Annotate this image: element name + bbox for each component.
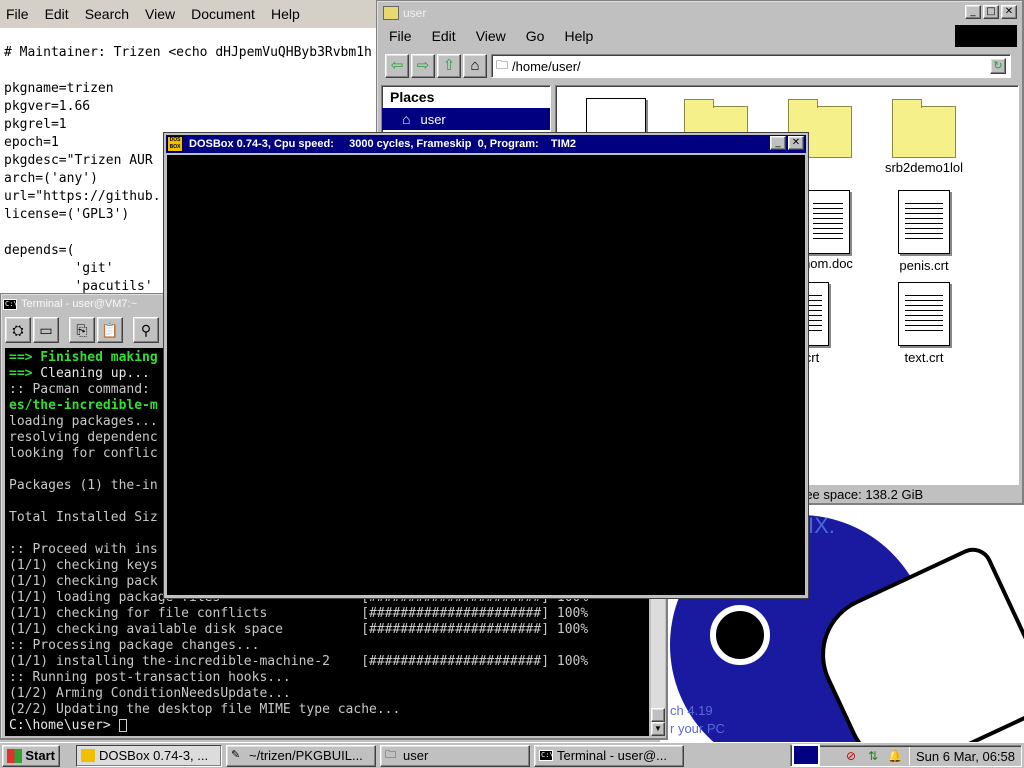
forward-arrow-icon[interactable]: ⇨ [411, 54, 435, 78]
tray-separator [908, 747, 910, 765]
fm-menu-edit[interactable]: Edit [432, 28, 456, 44]
file-item[interactable]: text.crt [874, 282, 974, 365]
terminal-line: (1/1) checking for file conflicts [#####… [9, 606, 589, 621]
up-arrow-icon[interactable]: ⇧ [437, 54, 461, 78]
dosbox-title: DOSBox 0.74-3, Cpu speed: 3000 cycles, F… [189, 138, 576, 150]
terminal-line: :: Running post-transaction hooks... [9, 670, 291, 685]
copy-icon[interactable]: ⎘ [69, 317, 95, 343]
editor-line: pkgname=trizen [4, 81, 114, 96]
editor-menu-search[interactable]: Search [85, 6, 129, 22]
start-button[interactable]: Start [2, 744, 60, 767]
places-item-user[interactable]: ⌂ user [382, 108, 550, 130]
text-cursor [118, 719, 127, 732]
editor-menu-file[interactable]: File [6, 6, 29, 22]
editor-menu-view[interactable]: View [145, 6, 175, 22]
file-manager-menubar: File Edit View Go Help [379, 25, 1021, 47]
find-icon[interactable]: ⚲ [133, 317, 159, 343]
wallpaper-text: r your PC [670, 721, 725, 736]
file-name: text.crt [904, 350, 944, 365]
minimize-button[interactable]: _ [770, 136, 786, 150]
task-label: ~/trizen/PKGBUIL... [249, 748, 363, 763]
terminal-icon: C:\ [3, 298, 18, 310]
dosbox-icon [81, 749, 95, 762]
task-label: Terminal - user@... [557, 748, 667, 763]
workspace-switcher[interactable] [792, 744, 820, 766]
file-item[interactable]: penis.crt [874, 190, 974, 273]
terminal-icon: C:\ [539, 750, 554, 761]
close-button[interactable]: ✕ [1001, 5, 1017, 19]
terminal-line: :: Processing package changes... [9, 638, 260, 653]
document-icon [806, 190, 850, 254]
task-label: DOSBox 0.74-3, ... [99, 748, 209, 763]
fm-menu-view[interactable]: View [476, 28, 506, 44]
file-name: srb2demo1lol [884, 160, 964, 175]
terminal-toolbar: ⛭ ▭ ⎘ 📋 ⚲ [5, 316, 159, 344]
folder-icon: 🗀 [385, 749, 396, 761]
dosbox-icon: DOS BOX [167, 136, 183, 152]
home-icon: ⌂ [402, 111, 411, 127]
task-dosbox[interactable]: DOSBox 0.74-3, ... [76, 744, 222, 767]
notification-icon[interactable]: 🔔 [887, 749, 903, 763]
dosbox-screen[interactable] [167, 155, 805, 595]
minimize-button[interactable]: _ [965, 5, 981, 19]
taskbar: Start DOSBox 0.74-3, ... ✎ ~/trizen/PKGB… [0, 742, 1024, 768]
terminal-title: Terminal - user@VM7:~ [21, 298, 138, 310]
system-tray: ⊘ ⇅ 🔔 Sun 6 Mar, 06:58 [790, 745, 1022, 767]
clock[interactable]: Sun 6 Mar, 06:58 [916, 749, 1015, 764]
document-icon [898, 282, 950, 346]
location-bar[interactable]: 🗀 /home/user/ ↻ [491, 54, 1011, 78]
terminal-line: (1/1) installing the-incredible-machine-… [9, 654, 589, 669]
editor-line: # Maintainer: Trizen <echo dHJpemVuQHByb… [4, 45, 372, 60]
fm-menu-help[interactable]: Help [564, 28, 593, 44]
file-name: penis.crt [899, 258, 949, 273]
windows-flag-icon [7, 748, 23, 763]
terminal-line: (1/2) Arming ConditionNeedsUpdate... [9, 686, 291, 701]
network-icon[interactable]: ⇅ [865, 749, 881, 763]
folder-icon [892, 99, 956, 158]
maximize-button[interactable]: □ [983, 5, 999, 19]
editor-menu-document[interactable]: Document [191, 6, 255, 22]
new-window-icon[interactable]: ▭ [33, 317, 59, 343]
fm-menu-file[interactable]: File [389, 28, 412, 44]
folder-icon [383, 6, 399, 20]
editor-menu-help[interactable]: Help [271, 6, 300, 22]
wallpaper-text: ch 4.19 [670, 703, 713, 718]
places-header: Places [390, 89, 435, 105]
terminal-line: C:\home\user> [9, 718, 588, 734]
terminal-line: (1/1) checking available disk space [###… [9, 622, 589, 637]
start-label: Start [25, 748, 55, 763]
editor-menu-edit[interactable]: Edit [45, 6, 69, 22]
terminal-line: (2/2) Updating the desktop file MIME typ… [9, 702, 401, 717]
task-terminal[interactable]: C:\ Terminal - user@... [534, 744, 684, 767]
scrollbar-thumb[interactable] [651, 708, 665, 722]
back-arrow-icon[interactable]: ⇦ [385, 54, 409, 78]
wallpaper-text: IX. [808, 513, 835, 538]
file-manager-titlebar[interactable]: user _ □ ✕ [379, 3, 1021, 23]
document-icon [898, 190, 950, 254]
folder-icon: 🗀 [496, 57, 509, 72]
paste-icon[interactable]: 📋 [97, 317, 123, 343]
editor-icon: ✎ [231, 749, 241, 761]
dosbox-window: DOS BOX DOSBox 0.74-3, Cpu speed: 3000 c… [163, 132, 809, 599]
close-button[interactable]: ✕ [788, 136, 804, 150]
windows-logo-icon [955, 25, 1017, 47]
no-sound-icon[interactable]: ⊘ [843, 749, 859, 763]
home-icon[interactable]: ⌂ [463, 54, 487, 78]
task-label: user [403, 748, 429, 763]
file-item[interactable]: srb2demo1lol [874, 99, 974, 175]
dosbox-titlebar[interactable]: DOS BOX DOSBox 0.74-3, Cpu speed: 3000 c… [166, 135, 806, 153]
fm-menu-go[interactable]: Go [526, 28, 545, 44]
location-path[interactable]: /home/user/ [512, 59, 581, 74]
editor-line: pkgver=1.66 [4, 99, 91, 114]
editor-menubar: File Edit Search View Document Help [0, 0, 380, 28]
reload-icon[interactable]: ↻ [990, 58, 1006, 74]
task-file-manager[interactable]: 🗀 user [380, 744, 530, 767]
places-item-label: user [420, 111, 446, 127]
new-tab-icon[interactable]: ⛭ [5, 317, 31, 343]
scroll-down-icon[interactable]: ▼ [651, 722, 665, 736]
task-editor[interactable]: ✎ ~/trizen/PKGBUIL... [226, 744, 376, 767]
file-manager-title: user [403, 6, 427, 20]
